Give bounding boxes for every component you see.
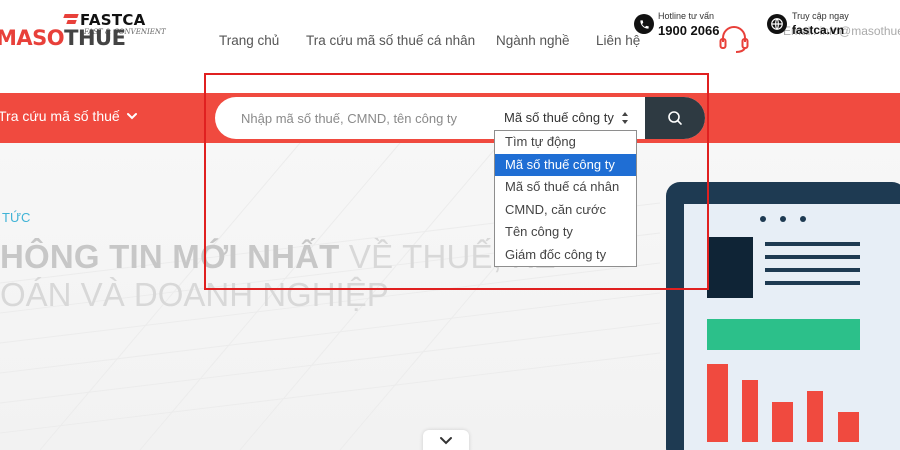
dropdown-option-company-tax[interactable]: Mã số thuế công ty	[495, 153, 636, 176]
dropdown-option-company-name[interactable]: Tên công ty	[495, 221, 636, 244]
chevron-down-icon[interactable]	[125, 109, 139, 123]
hero-title-line2: OÁN VÀ DOANH NGHIỆP	[0, 276, 389, 313]
search-type-selected: Mã số thuế công ty	[504, 110, 614, 125]
fastca-mark-icon	[64, 14, 78, 27]
chevron-down-icon	[440, 437, 452, 445]
site-header: FASTCA FAST & CONVENIENT MASOTHUE Trang …	[0, 0, 900, 92]
hero-section: TỨC HÔNG TIN MỚI NHẤT VỀ THUẾ, KẾ OÁN VÀ…	[0, 143, 900, 450]
phone-icon	[634, 14, 654, 34]
hotline-label: Hotline tư vấn	[658, 11, 715, 21]
search-button[interactable]	[645, 97, 705, 139]
access-label: Truy cập ngay	[792, 11, 849, 21]
dropdown-option-director[interactable]: Giám đốc công ty	[495, 244, 636, 267]
dropdown-option-id-card[interactable]: CMND, căn cước	[495, 199, 636, 222]
hero-title-line1: HÔNG TIN MỚI NHẤT VỀ THUẾ, KẾ	[0, 238, 556, 276]
search-section: Tra cứu mã số thuế Mã số thuế công ty	[0, 93, 900, 143]
nav-item-personal-tax-lookup[interactable]: Tra cứu mã số thuế cá nhân	[306, 33, 475, 48]
masothue-logo[interactable]: MASOTHUE	[0, 26, 126, 50]
scroll-down-button[interactable]	[423, 430, 469, 450]
access-link[interactable]: fastca.vn	[792, 23, 844, 37]
hero-title-bold: HÔNG TIN MỚI NHẤT	[0, 238, 340, 275]
hero-kicker: TỨC	[2, 210, 31, 225]
nav-item-home[interactable]: Trang chủ	[219, 33, 279, 48]
headset-icon	[719, 26, 749, 53]
hotline-number[interactable]: 1900 2066	[658, 23, 719, 38]
search-type-dropdown: Tìm tự động Mã số thuế công ty Mã số thu…	[494, 130, 637, 267]
phone-report-illustration	[666, 182, 900, 450]
access-block[interactable]: Truy cập ngay fastca.vn	[765, 10, 900, 40]
dropdown-option-personal-tax[interactable]: Mã số thuế cá nhân	[495, 176, 636, 199]
globe-icon	[767, 14, 787, 34]
search-input[interactable]	[215, 97, 490, 139]
dropdown-option-auto[interactable]: Tìm tự động	[495, 131, 636, 154]
logo-maso-part: MASO	[0, 26, 65, 50]
nav-item-industries[interactable]: Ngành nghề	[496, 33, 570, 48]
updown-arrows-icon	[622, 112, 628, 124]
logo-thue-part: THUE	[64, 26, 126, 50]
search-icon	[668, 111, 682, 125]
lookup-menu-label[interactable]: Tra cứu mã số thuế	[0, 108, 120, 124]
